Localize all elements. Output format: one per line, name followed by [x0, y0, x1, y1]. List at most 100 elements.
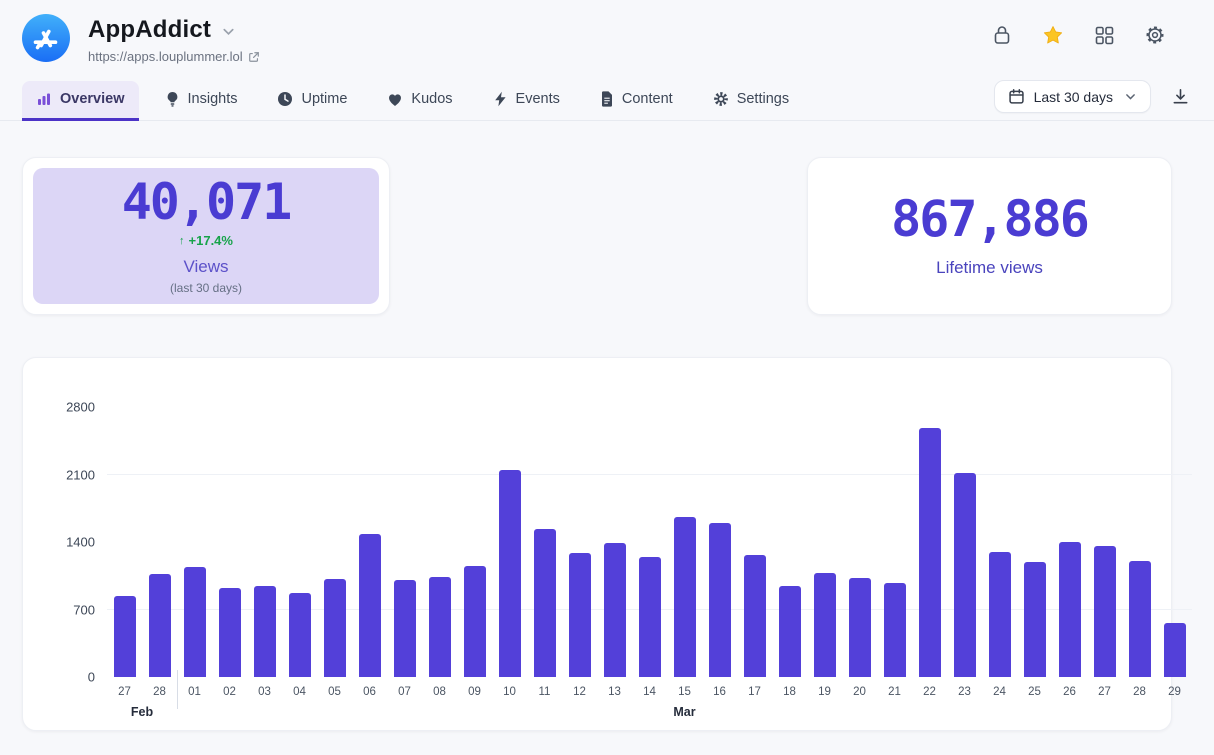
x-axis-tick-label: 20 — [842, 686, 877, 698]
y-axis-tick-label: 1400 — [66, 535, 95, 550]
lock-icon[interactable] — [991, 24, 1013, 46]
x-axis-tick-label: 12 — [562, 686, 597, 698]
bar-05[interactable] — [324, 579, 346, 677]
bar-11[interactable] — [534, 529, 556, 678]
bar-slot — [1122, 407, 1157, 677]
bar-09[interactable] — [464, 566, 486, 677]
bar-17[interactable] — [744, 555, 766, 677]
bar-slot — [912, 407, 947, 677]
bar-26[interactable] — [1059, 542, 1081, 677]
bar-28[interactable] — [149, 574, 171, 677]
tab-settings[interactable]: Settings — [699, 81, 803, 121]
app-title-block: AppAddict https://apps.louplummer.lol — [88, 14, 260, 64]
x-axis-tick-label: 21 — [877, 686, 912, 698]
tab-events[interactable]: Events — [479, 81, 574, 121]
app-url: https://apps.louplummer.lol — [88, 49, 243, 64]
x-axis-tick-label: 11 — [527, 686, 562, 698]
x-axis-tick-label: 03 — [247, 686, 282, 698]
download-icon[interactable] — [1169, 85, 1192, 108]
gear-icon[interactable] — [1144, 24, 1166, 46]
month-separator-line — [177, 670, 178, 709]
tab-kudos[interactable]: Kudos — [373, 81, 466, 121]
bar-20[interactable] — [849, 578, 871, 677]
chart-bars-icon — [36, 91, 52, 107]
bar-15[interactable] — [674, 517, 696, 677]
x-axis-tick-label: 25 — [1017, 686, 1052, 698]
bar-28[interactable] — [1129, 561, 1151, 677]
bar-02[interactable] — [219, 588, 241, 677]
views-delta: ↑ +17.4% — [179, 233, 233, 248]
views-sublabel: (last 30 days) — [170, 281, 242, 295]
x-axis-tick-label: 10 — [492, 686, 527, 698]
y-axis-tick-label: 700 — [73, 602, 95, 617]
bar-01[interactable] — [184, 567, 206, 677]
bar-24[interactable] — [989, 552, 1011, 677]
bar-slot — [387, 407, 422, 677]
bar-14[interactable] — [639, 557, 661, 677]
tab-overview[interactable]: Overview — [22, 81, 139, 121]
bar-slot — [877, 407, 912, 677]
x-axis-tick-label: 13 — [597, 686, 632, 698]
bar-slot — [247, 407, 282, 677]
bar-29[interactable] — [1164, 623, 1186, 677]
bar-21[interactable] — [884, 583, 906, 677]
bar-27[interactable] — [1094, 546, 1116, 677]
bar-slot — [142, 407, 177, 677]
bar-12[interactable] — [569, 553, 591, 677]
clock-icon — [277, 91, 293, 107]
x-axis-tick-label: 18 — [772, 686, 807, 698]
tab-uptime[interactable]: Uptime — [263, 81, 361, 121]
bar-slot — [1017, 407, 1052, 677]
bar-10[interactable] — [499, 470, 521, 677]
x-axis-tick-label: 22 — [912, 686, 947, 698]
bar-slot — [1052, 407, 1087, 677]
calendar-icon — [1008, 88, 1025, 105]
x-axis-tick-label: 02 — [212, 686, 247, 698]
bar-slot — [492, 407, 527, 677]
apps-grid-icon[interactable] — [1093, 24, 1115, 46]
tab-insights[interactable]: Insights — [151, 81, 252, 121]
bar-18[interactable] — [779, 586, 801, 677]
x-axis-tick-label: 04 — [282, 686, 317, 698]
tab-label: Uptime — [301, 91, 347, 107]
x-axis-tick-label: 06 — [352, 686, 387, 698]
bar-slot — [317, 407, 352, 677]
bar-27[interactable] — [114, 596, 136, 677]
bar-07[interactable] — [394, 580, 416, 677]
tab-content[interactable]: Content — [586, 81, 687, 121]
app-url-link[interactable]: https://apps.louplummer.lol — [88, 49, 260, 64]
bar-slot — [177, 407, 212, 677]
bar-16[interactable] — [709, 523, 731, 677]
bar-13[interactable] — [604, 543, 626, 677]
star-icon[interactable] — [1042, 24, 1064, 46]
bar-08[interactable] — [429, 577, 451, 677]
x-axis-tick-label: 28 — [142, 686, 177, 698]
bar-slot — [1157, 407, 1192, 677]
bar-slot — [667, 407, 702, 677]
x-axis-tick-label: 09 — [457, 686, 492, 698]
date-range-button[interactable]: Last 30 days — [994, 80, 1151, 113]
bar-slot — [562, 407, 597, 677]
bar-22[interactable] — [919, 428, 941, 677]
external-link-icon — [248, 51, 260, 63]
bar-slot — [212, 407, 247, 677]
bar-06[interactable] — [359, 534, 381, 677]
bar-23[interactable] — [954, 473, 976, 677]
bar-slot — [807, 407, 842, 677]
tab-label: Kudos — [411, 91, 452, 107]
bar-25[interactable] — [1024, 562, 1046, 677]
bar-19[interactable] — [814, 573, 836, 677]
month-label-feb: Feb — [131, 705, 153, 719]
bar-slot — [597, 407, 632, 677]
bar-slot — [842, 407, 877, 677]
x-axis-tick-label: 14 — [632, 686, 667, 698]
chevron-down-icon[interactable] — [221, 24, 236, 39]
views-delta-value: +17.4% — [189, 233, 233, 248]
bar-03[interactable] — [254, 586, 276, 677]
x-axis-tick-label: 16 — [702, 686, 737, 698]
tab-bar: Overview Insights Uptime Kudos Events Content… — [0, 80, 1214, 121]
bolt-icon — [493, 91, 508, 107]
arrow-up-icon: ↑ — [179, 235, 185, 247]
tab-label: Insights — [188, 91, 238, 107]
bar-04[interactable] — [289, 593, 311, 677]
